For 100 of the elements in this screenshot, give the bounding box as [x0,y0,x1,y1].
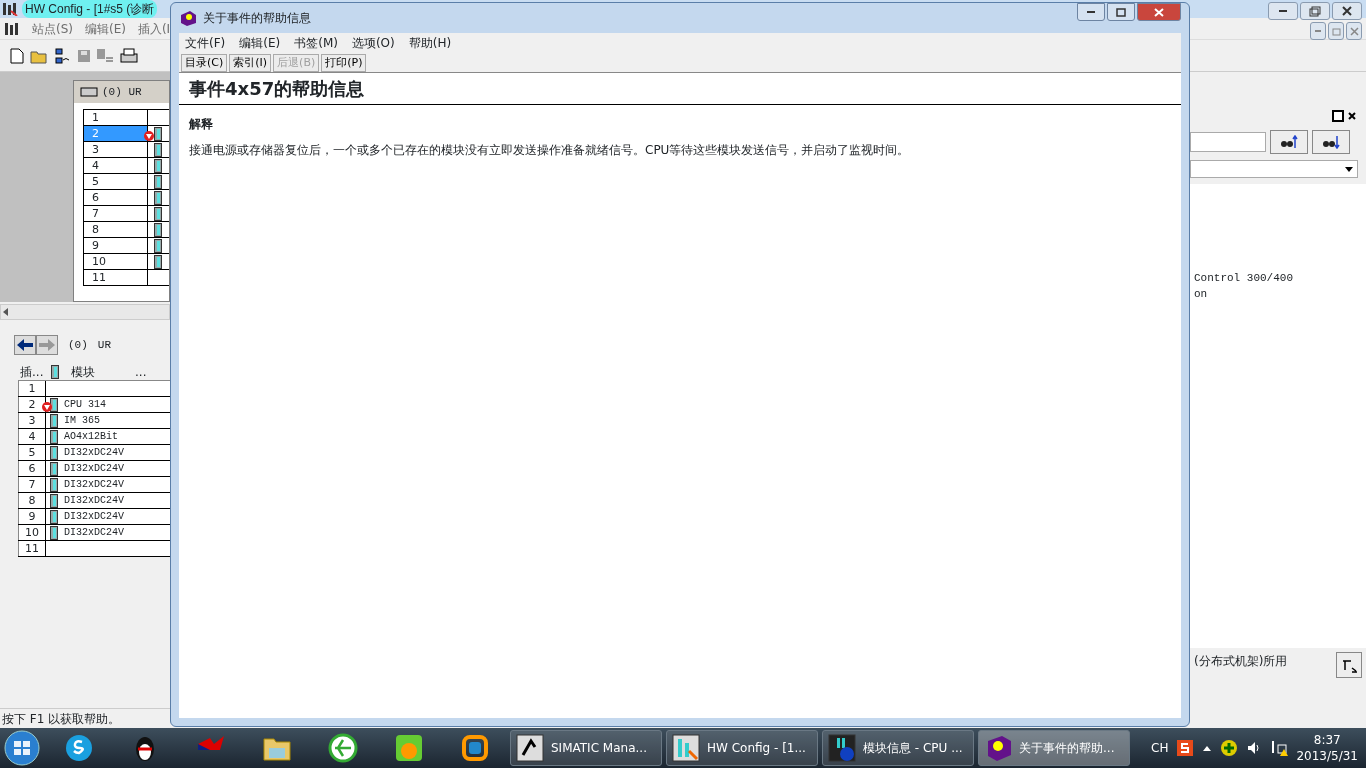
print-icon[interactable] [120,47,138,64]
menu-item[interactable]: 站点(S) [32,19,73,38]
section-title: 解释 [188,116,214,133]
slot-number[interactable]: 1 [83,110,148,125]
minimize-button[interactable] [1077,3,1105,21]
module-name[interactable]: DI32xDC24V [64,493,124,508]
menu-item[interactable]: 文件(F) [185,34,226,52]
restore-icon [1330,25,1342,37]
window-title: HW Config - [1#s5 (诊断 [22,0,158,18]
slot-number: 6 [18,461,46,476]
taskbar-button[interactable]: 关于事件的帮助... [978,730,1130,766]
toolbar-button[interactable]: 目录(C) [181,53,228,72]
arrow-left-icon [16,338,34,352]
toolbar-button[interactable]: 索引(I) [229,53,272,72]
slot-number[interactable]: 7 [83,206,148,221]
rack-title: (0) UR [102,84,142,100]
scroll-left-icon[interactable] [1,307,11,317]
taskbar-button[interactable]: 模块信息 - CPU ... [822,730,974,766]
new-document-icon[interactable] [10,47,24,64]
slot-number: 4 [18,429,46,444]
column-header[interactable]: ... [135,362,147,381]
module-name[interactable]: AO4x12Bit [64,429,118,444]
taskbar-button[interactable]: HW Config - [1... [666,730,818,766]
maximize-button[interactable] [1107,3,1135,21]
clock-time[interactable]: 8:37 [1313,732,1341,748]
column-header[interactable]: 模块 [71,362,95,381]
module-name[interactable]: DI32xDC24V [64,445,124,460]
slot-number: 9 [18,509,46,524]
slot-number[interactable]: 11 [83,270,148,285]
plus-shield-icon[interactable] [1220,739,1239,757]
slot-number: 10 [18,525,46,540]
module-name[interactable]: DI32xDC24V [64,509,124,524]
toolbar-button[interactable]: 打印(P) [321,53,367,72]
menu-item[interactable]: 插入(I [137,19,171,38]
back-button[interactable] [14,335,36,355]
module-name[interactable]: DI32xDC24V [64,477,124,492]
slot-number: 1 [18,381,46,396]
slot-number: 11 [18,541,46,556]
taskbar-button[interactable]: SIMATIC Mana... [510,730,662,766]
status-text: 按下 F1 以获取帮助。 [2,710,121,728]
horizontal-scrollbar[interactable] [0,304,170,320]
menu-item[interactable]: 帮助(H) [408,34,452,52]
info-text: (分布式机架)所用 [1194,653,1288,670]
help-text: 接通电源或存储器复位后，一个或多个已存在的模块没有立即发送操作准备就绪信号。CPU等待这些模块发送信号，并启动了监视时间。 [188,142,911,159]
minimize-icon [1087,11,1095,13]
path-label: (0) [68,337,88,353]
help-book-icon [179,10,197,26]
app-icon [4,21,20,36]
slot-number: 3 [18,413,46,428]
close-button[interactable] [1332,2,1362,20]
slot-number[interactable]: 10 [83,254,148,269]
slot-number: 8 [18,493,46,508]
close-icon [1152,6,1166,18]
menu-item[interactable]: 编辑(E) [85,19,126,38]
column-header[interactable]: 插... [18,362,51,381]
arrow-right-icon [38,338,56,352]
slot-number[interactable]: 5 [83,174,148,189]
module-name[interactable]: CPU 314 [64,397,106,412]
square-logo-icon[interactable] [459,732,491,764]
catalog-item[interactable]: on [1194,286,1366,302]
menu-item[interactable]: 编辑(E) [239,34,281,52]
find-down-button[interactable] [1312,130,1350,154]
catalog-item[interactable]: Control 300/400 [1194,270,1366,286]
slot-number[interactable]: 9 [83,238,148,253]
network-icon[interactable] [54,47,72,64]
jump-button[interactable] [1336,652,1362,678]
input-language[interactable]: CH [1151,739,1169,757]
clock-date[interactable]: 2013/5/31 [1296,748,1358,764]
ime-icon[interactable] [1176,739,1195,757]
menu-item[interactable]: 选项(O) [351,34,395,52]
path-label: UR [97,337,111,353]
slot-number[interactable]: 6 [83,190,148,205]
module-name[interactable]: IM 365 [64,413,100,428]
help-heading: 事件4x57的帮助信息 [179,73,1181,105]
close-icon[interactable] [1346,110,1358,122]
module-name[interactable]: DI32xDC24V [64,461,124,476]
window-title: 关于事件的帮助信息 [203,10,311,27]
search-field[interactable] [1190,132,1266,152]
network-warning-icon[interactable] [1270,739,1289,757]
show-hidden-icon[interactable] [1202,744,1213,752]
app-icon [2,2,18,16]
find-up-button[interactable] [1270,130,1308,154]
maximize-icon [1114,6,1128,18]
maximize-icon[interactable] [1332,110,1344,122]
skype-icon[interactable] [63,732,95,764]
restore-button[interactable] [1300,2,1330,20]
slot-number[interactable]: 8 [83,222,148,237]
close-button[interactable] [1137,3,1181,21]
menu-item[interactable]: 书签(M) [294,34,338,52]
minimize-icon [1315,30,1321,32]
minimize-icon [1279,10,1287,12]
minimize-button[interactable] [1268,2,1298,20]
slot-number[interactable]: 4 [83,158,148,173]
info-badge-icon [827,733,857,763]
rack-icon [80,87,98,97]
slot-number: 7 [18,477,46,492]
slot-number[interactable]: 3 [83,142,148,157]
close-icon [1339,5,1355,17]
module-name[interactable]: DI32xDC24V [64,525,124,540]
jump-icon [1340,657,1358,674]
